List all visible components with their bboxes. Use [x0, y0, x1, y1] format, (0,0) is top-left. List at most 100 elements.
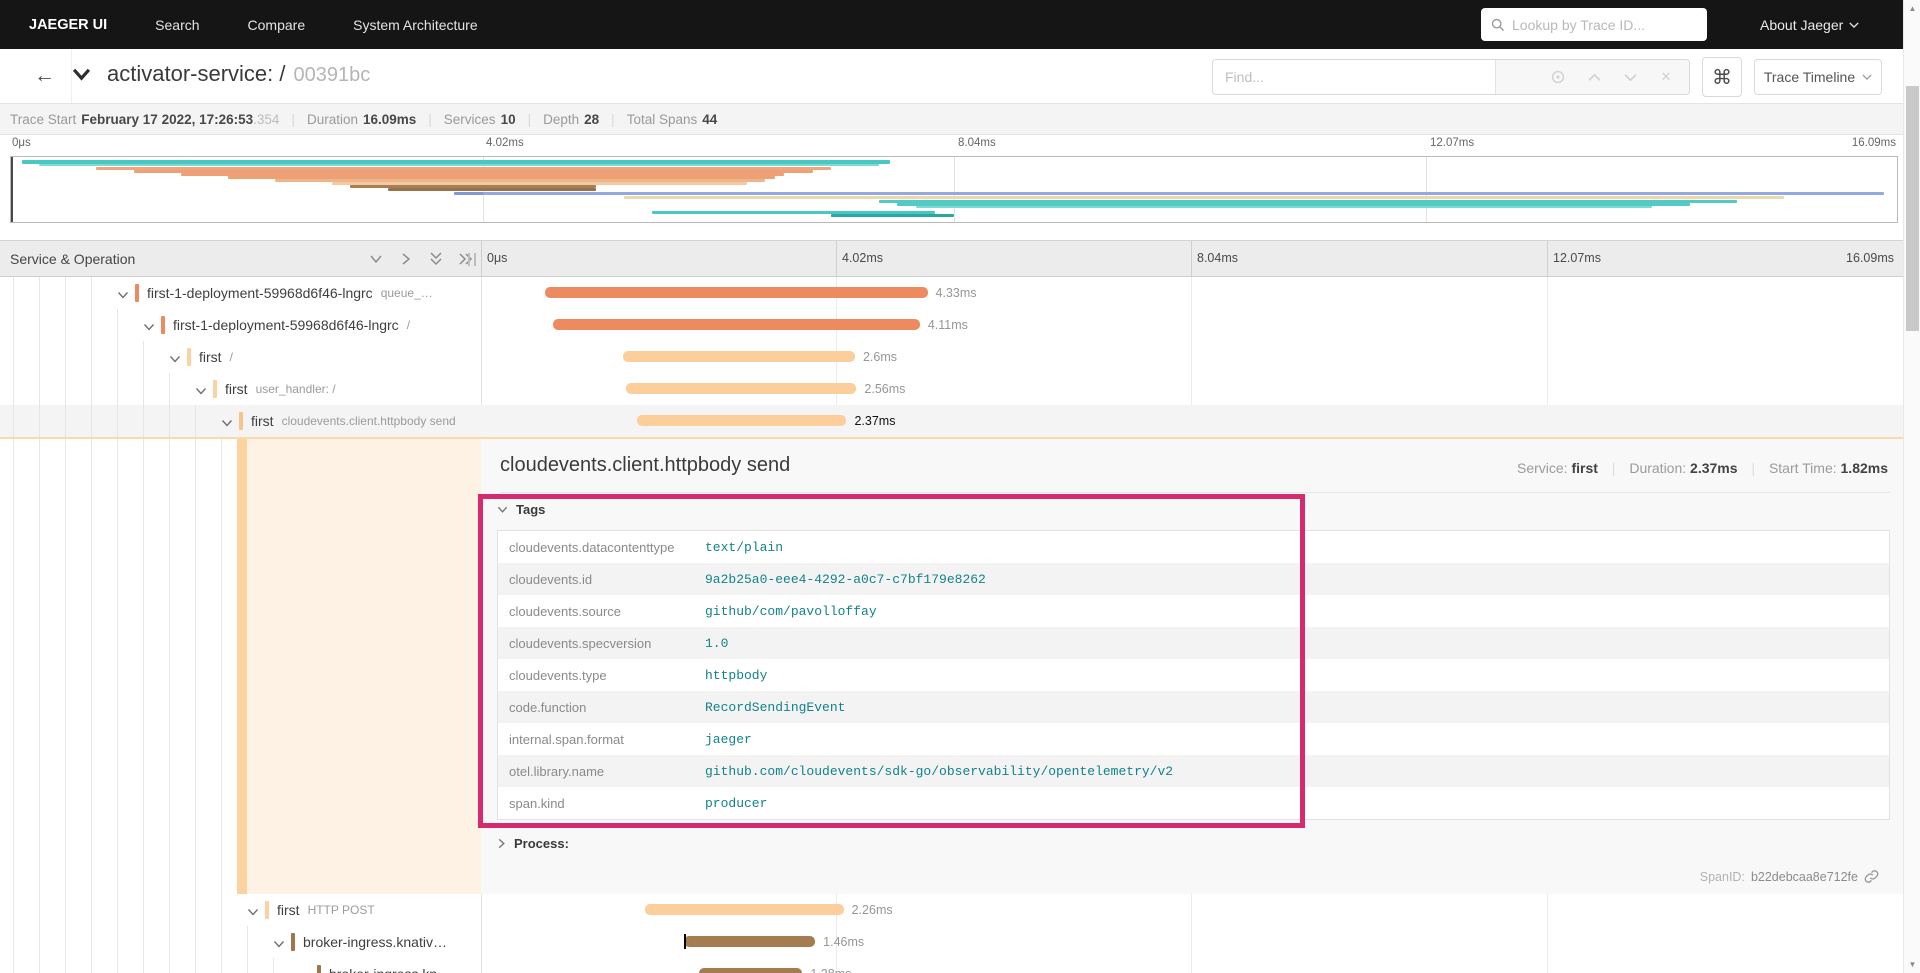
back-button[interactable]: ←	[18, 49, 72, 103]
operation-name: HTTP POST	[307, 903, 375, 917]
tree-indent-guide	[65, 309, 66, 341]
collapse-one-icon[interactable]	[368, 251, 384, 267]
tree-indent-guide	[39, 341, 40, 373]
tag-value: github/com/pavolloffay	[705, 603, 877, 619]
tree-indent-guide	[39, 439, 40, 894]
about-jaeger-menu[interactable]: About Jaeger	[1760, 0, 1859, 49]
minimap-range-handle[interactable]	[11, 157, 13, 222]
back-arrow-icon: ←	[34, 64, 55, 87]
nav-item-search[interactable]: Search	[155, 17, 199, 33]
trace-minimap-canvas[interactable]	[10, 156, 1898, 223]
find-toolbar: ✕	[1212, 59, 1690, 95]
tag-value: RecordSendingEvent	[705, 699, 846, 715]
span-name-group[interactable]: first user_handler: /	[225, 373, 336, 405]
span-duration-bar[interactable]	[626, 383, 857, 394]
find-input[interactable]	[1213, 60, 1495, 94]
service-value: first	[1571, 460, 1598, 476]
collapse-all-icon[interactable]	[428, 251, 444, 267]
deep-link-icon[interactable]	[1864, 869, 1879, 884]
column-resizer-grip[interactable]	[468, 253, 476, 266]
trace-id-lookup-input[interactable]	[1512, 16, 1697, 33]
scrollbar-down-arrow[interactable]: ▼	[1904, 956, 1920, 973]
total-spans-label: Total Spans	[626, 111, 698, 127]
row-collapse-chevron-icon[interactable]	[221, 415, 233, 433]
span-row[interactable]: first / 2.6ms	[0, 341, 1903, 373]
find-prev-icon[interactable]	[1587, 70, 1601, 84]
nav-item-compare[interactable]: Compare	[248, 17, 306, 33]
span-row[interactable]: first cloudevents.client.httpbody send 2.3…	[0, 405, 1903, 437]
tag-key: span.kind	[509, 795, 565, 811]
span-name-group[interactable]: first cloudevents.client.httpbody send	[251, 405, 456, 437]
process-accordion-header[interactable]: Process:	[497, 836, 569, 851]
trace-title-collapse-chevron[interactable]	[72, 66, 91, 87]
find-clear-icon[interactable]: ✕	[1659, 69, 1673, 84]
span-row[interactable]: broker-ingress.knativ… 1.46ms	[0, 926, 1903, 958]
span-name-group[interactable]: first HTTP POST	[277, 894, 375, 926]
row-collapse-chevron-icon[interactable]	[169, 351, 181, 369]
tag-key: cloudevents.datacontenttype	[509, 539, 675, 555]
span-duration-bar[interactable]	[644, 904, 844, 915]
trace-view-selector[interactable]: Trace Timeline	[1754, 59, 1882, 95]
tree-indent-guide	[221, 958, 222, 973]
tree-indent-guide	[91, 926, 92, 958]
nav-item-system-architecture[interactable]: System Architecture	[353, 17, 478, 33]
row-collapse-chevron-icon[interactable]	[299, 968, 311, 973]
find-match-target-icon[interactable]	[1551, 70, 1565, 84]
tree-indent-guide	[65, 373, 66, 405]
span-name-group[interactable]: first-1-deployment-59968d6f46-lngrc queue…	[147, 277, 433, 309]
service-name: first	[199, 349, 222, 365]
keyboard-shortcuts-button[interactable]: ⌘	[1702, 57, 1742, 97]
timeline-column-border	[1191, 241, 1192, 276]
find-controls: ✕	[1495, 60, 1689, 94]
span-name-group[interactable]: first /	[199, 341, 233, 373]
scrollbar-up-arrow[interactable]: ▲	[1904, 0, 1920, 17]
minimap-span-bar	[831, 214, 954, 217]
tree-indent-guide	[91, 277, 92, 309]
tags-accordion-header[interactable]: Tags	[497, 502, 545, 517]
tree-indent-guide	[169, 405, 170, 437]
row-collapse-chevron-icon[interactable]	[273, 936, 285, 954]
span-name-group[interactable]: first-1-deployment-59968d6f46-lngrc /	[173, 309, 410, 341]
span-row[interactable]: first-1-deployment-59968d6f46-lngrc / 4.11…	[0, 309, 1903, 341]
span-row[interactable]: first user_handler: / 2.56ms	[0, 373, 1903, 405]
operation-name: /	[229, 350, 233, 364]
span-name-group[interactable]: broker-ingress.knativ…	[303, 926, 447, 958]
span-duration-bar[interactable]	[552, 319, 920, 330]
tree-indent-guide	[13, 341, 14, 373]
tree-indent-guide	[221, 926, 222, 958]
row-collapse-chevron-icon[interactable]	[117, 287, 129, 305]
span-row[interactable]: first HTTP POST 2.26ms	[0, 894, 1903, 926]
find-next-icon[interactable]	[1623, 70, 1637, 84]
tree-indent-guide	[143, 894, 144, 926]
row-collapse-chevron-icon[interactable]	[143, 319, 155, 337]
expand-one-icon[interactable]	[398, 251, 414, 267]
row-collapse-chevron-icon[interactable]	[195, 383, 207, 401]
tree-indent-guide	[117, 405, 118, 437]
span-tint-fill	[247, 439, 481, 894]
span-duration-bar[interactable]	[684, 934, 816, 949]
scrollbar-thumb[interactable]	[1906, 86, 1919, 331]
tree-indent-guide	[39, 894, 40, 926]
span-duration-bar[interactable]	[698, 968, 803, 973]
span-name-group[interactable]: broker-ingress.kn…	[329, 958, 451, 973]
nav-brand-jaeger-ui[interactable]: JAEGER UI	[29, 17, 107, 33]
chevron-right-icon	[498, 838, 505, 849]
service-name: first-1-deployment-59968d6f46-lngrc	[173, 317, 399, 333]
tag-key: cloudevents.source	[509, 603, 622, 619]
tree-indent-guide	[221, 894, 222, 926]
tree-indent-guide	[143, 341, 144, 373]
tree-indent-guide	[39, 958, 40, 973]
tag-key: cloudevents.type	[509, 667, 607, 683]
services-value: 10	[500, 111, 516, 127]
span-duration-bar[interactable]	[637, 415, 847, 426]
span-id-value: b22debcaa8e712fe	[1750, 869, 1858, 884]
span-row[interactable]: first-1-deployment-59968d6f46-lngrc queue…	[0, 277, 1903, 309]
trace-view-label: Trace Timeline	[1763, 69, 1856, 85]
timeline-tick: 16.09ms	[1846, 251, 1894, 265]
chevron-down-icon	[1862, 74, 1872, 80]
row-collapse-chevron-icon[interactable]	[247, 904, 259, 922]
span-duration-bar[interactable]	[544, 287, 928, 298]
trace-start-value: February 17 2022, 17:26:53	[81, 111, 254, 127]
span-row[interactable]: broker-ingress.kn… 1.28ms	[0, 958, 1903, 973]
span-duration-bar[interactable]	[623, 351, 855, 362]
